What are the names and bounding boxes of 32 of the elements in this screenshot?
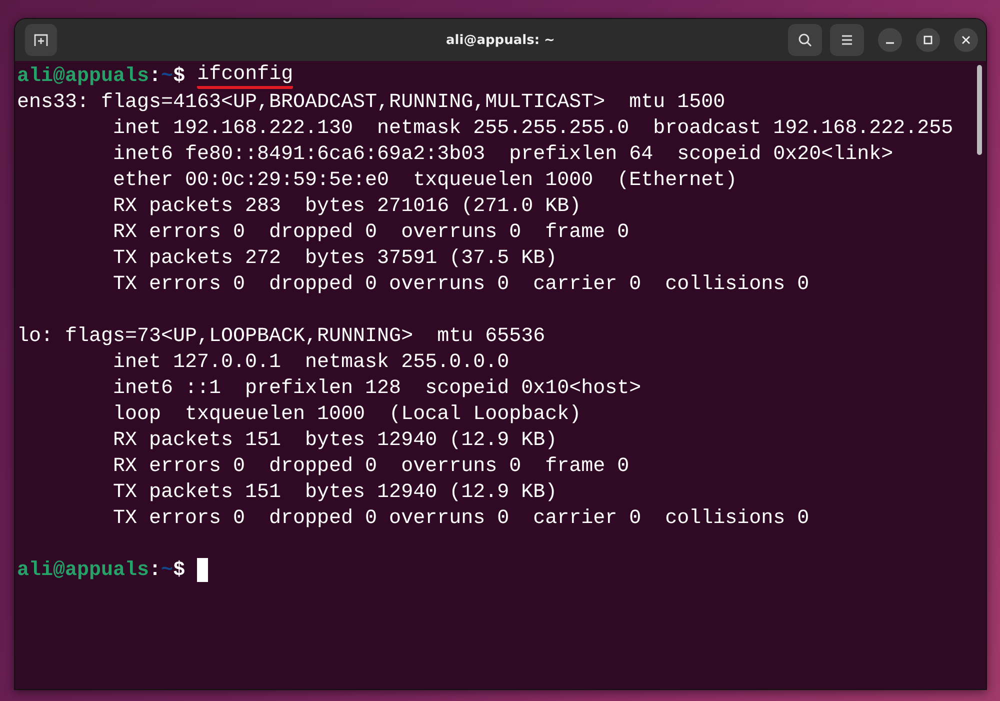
new-tab-icon: [33, 32, 49, 48]
scrollbar[interactable]: [977, 65, 982, 155]
search-button[interactable]: [788, 24, 822, 56]
output-line: TX errors 0 dropped 0 overruns 0 carrier 0 collisions 0: [112, 506, 810, 530]
search-icon: [797, 32, 813, 48]
command-text: ifconfig: [197, 64, 294, 88]
output-line: lo: flags=73<UP,LOOPBACK,RUNNING> mtu 65536: [17, 324, 546, 348]
output-line: inet6 ::1 prefixlen 128 scopeid 0x10<host>: [112, 376, 642, 400]
maximize-icon: [922, 34, 934, 46]
output-line: TX packets 272 bytes 37591 (37.5 KB): [112, 246, 558, 270]
prompt: ali@appuals:~$: [17, 64, 186, 88]
prompt: ali@appuals:~$: [17, 558, 186, 582]
output-line: inet 127.0.0.1 netmask 255.0.0.0: [112, 350, 510, 374]
close-button[interactable]: [954, 28, 978, 52]
output-line: RX packets 283 bytes 271016 (271.0 KB): [112, 194, 582, 218]
maximize-button[interactable]: [916, 28, 940, 52]
window-title: ali@appuals: ~: [445, 32, 556, 48]
minimize-icon: [886, 42, 894, 44]
output-line: inet6 fe80::8491:6ca6:69a2:3b03 prefixlen 64 scopeid 0x20<link>: [112, 142, 894, 166]
output-line: inet 192.168.222.130 netmask 255.255.255.0 broadcast 192.168.222.255: [112, 116, 954, 140]
menu-button[interactable]: [830, 24, 864, 56]
output-line: ether 00:0c:29:59:5e:e0 txqueuelen 1000 (Ethernet): [112, 168, 738, 192]
output-line: RX packets 151 bytes 12940 (12.9 KB): [112, 428, 558, 452]
new-tab-button[interactable]: [25, 24, 57, 56]
output-line: loop txqueuelen 1000 (Local Loopback): [112, 402, 582, 426]
close-icon: [960, 34, 972, 46]
output-line: RX errors 0 dropped 0 overruns 0 frame 0: [112, 220, 630, 244]
output-line: TX packets 151 bytes 12940 (12.9 KB): [112, 480, 558, 504]
output-line: TX errors 0 dropped 0 overruns 0 carrier 0 collisions 0: [112, 272, 810, 296]
output-line: RX errors 0 dropped 0 overruns 0 frame 0: [112, 454, 630, 478]
output-line: ens33: flags=4163<UP,BROADCAST,RUNNING,MULTICAST> mtu 1500: [17, 90, 726, 114]
minimize-button[interactable]: [878, 28, 902, 52]
